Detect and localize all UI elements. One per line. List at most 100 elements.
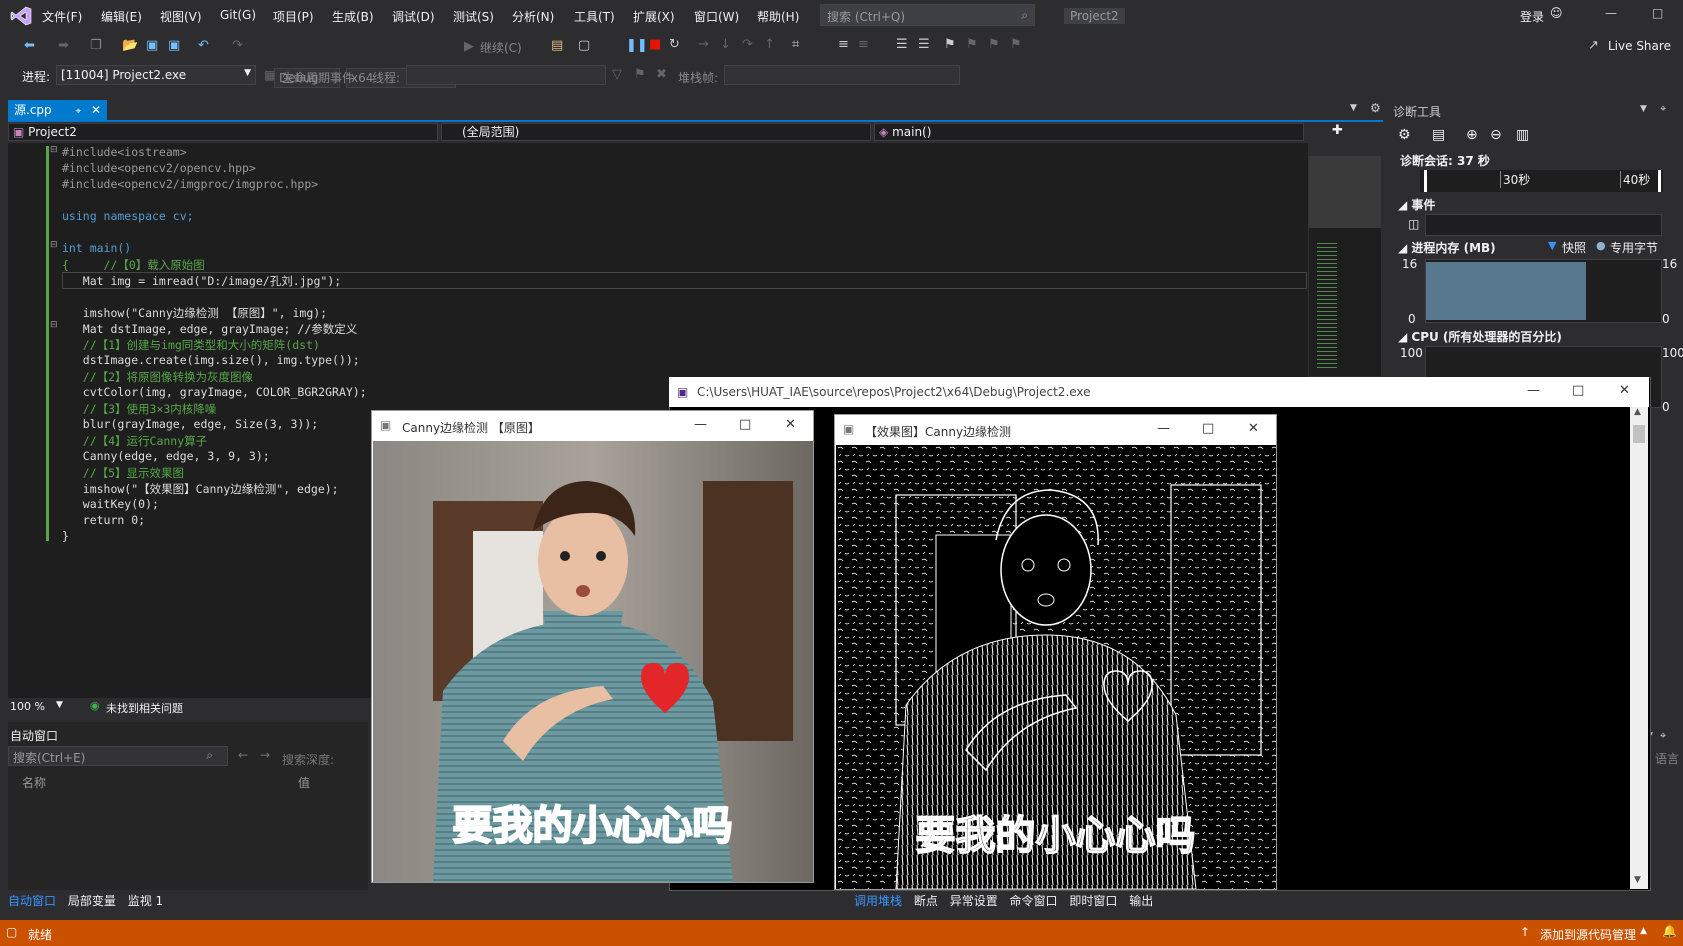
code-line[interactable]: dstImage.create(img.size(), img.type());: [62, 353, 360, 367]
tab-watch-1[interactable]: 监视 1: [128, 894, 163, 908]
code-line[interactable]: //【3】使用3×3内核降噪: [62, 401, 217, 417]
menu-project[interactable]: 项目(P): [273, 8, 314, 25]
add-to-source-control-button[interactable]: 添加到源代码管理: [1540, 926, 1636, 943]
collapse-include-icon[interactable]: ⊟: [50, 145, 58, 155]
nav-function-select[interactable]: ◈ main(): [874, 123, 1304, 141]
chevron-up-icon[interactable]: ▲: [1640, 926, 1647, 936]
code-line[interactable]: Canny(edge, edge, 3, 9, 3);: [62, 449, 270, 463]
settings-gear-icon[interactable]: ⚙: [1398, 127, 1411, 143]
pause-events-icon[interactable]: ◫: [1408, 217, 1419, 231]
tab-locals[interactable]: 局部变量: [68, 894, 116, 908]
settings-gear-icon[interactable]: ⚙: [1370, 101, 1381, 115]
undo-icon[interactable]: ↶: [198, 38, 209, 53]
screenshot-icon[interactable]: ▢: [578, 38, 590, 53]
code-line[interactable]: int main(): [62, 241, 131, 255]
auto-search-input[interactable]: 搜索(Ctrl+E) ⌕: [8, 746, 228, 766]
minimize-icon[interactable]: —: [1157, 421, 1170, 436]
minimap-viewport[interactable]: [1309, 156, 1381, 228]
minimap[interactable]: [1308, 156, 1381, 376]
notifications-icon[interactable]: 🔔: [1662, 924, 1677, 938]
menu-analyze[interactable]: 分析(N): [512, 8, 554, 25]
code-line[interactable]: //【5】显示效果图: [62, 465, 184, 481]
maximize-icon[interactable]: □: [1202, 421, 1214, 436]
tab-source-cpp[interactable]: 源.cpp ⌖ ✕: [8, 100, 108, 120]
code-line[interactable]: //【4】运行Canny算子: [62, 433, 207, 449]
zoom-out-icon[interactable]: ⊖: [1490, 127, 1502, 143]
original-window-title-bar[interactable]: ▣ Canny边缘检测 【原图】 — □ ✕: [372, 411, 813, 441]
scrollbar-thumb[interactable]: [1633, 425, 1645, 443]
menu-build[interactable]: 生成(B): [332, 8, 374, 25]
pin-icon[interactable]: ⌖: [75, 106, 81, 117]
close-icon[interactable]: ✕: [1248, 421, 1259, 436]
code-line[interactable]: { //【0】载入原始图: [62, 257, 205, 273]
zoom-in-icon[interactable]: ⊕: [1466, 127, 1478, 143]
code-line[interactable]: imshow("【效果图】Canny边缘检测", edge);: [62, 481, 339, 497]
save-all-icon[interactable]: ▣: [168, 38, 180, 53]
clear-bookmarks-icon[interactable]: ⚑: [1010, 37, 1022, 52]
pause-icon[interactable]: ❚❚: [626, 38, 648, 53]
select-tools-icon[interactable]: ▤: [1432, 127, 1445, 143]
maximize-icon[interactable]: □: [1572, 383, 1584, 398]
tab-exception-settings[interactable]: 异常设置: [950, 894, 998, 908]
original-image-window[interactable]: ▣ Canny边缘检测 【原图】 — □ ✕ 要我的小心心吗: [371, 410, 814, 883]
menu-window[interactable]: 窗口(W): [694, 8, 739, 25]
forward-icon[interactable]: →: [260, 748, 270, 762]
menu-tools[interactable]: 工具(T): [574, 8, 615, 25]
next-bookmark-icon[interactable]: ⚑: [988, 37, 1000, 52]
column-value[interactable]: 值: [298, 774, 310, 791]
new-project-icon[interactable]: ❐: [90, 38, 102, 53]
lifecycle-icon[interactable]: ▦: [264, 68, 275, 82]
column-name[interactable]: 名称: [22, 774, 46, 791]
code-line[interactable]: Mat img = imread("D:/image/孔刘.jpg");: [62, 273, 341, 289]
reset-view-icon[interactable]: ▥: [1516, 127, 1529, 143]
scroll-up-icon[interactable]: ▲: [1634, 407, 1641, 417]
forward-icon[interactable]: ➡: [58, 38, 69, 53]
nav-project-select[interactable]: ▣ Project2: [8, 123, 438, 141]
live-share-button[interactable]: Live Share: [1608, 39, 1671, 53]
user-icon[interactable]: ☺: [1550, 6, 1563, 20]
minimize-icon[interactable]: —: [1605, 6, 1617, 20]
maximize-icon[interactable]: □: [1652, 6, 1663, 20]
code-line[interactable]: using namespace cv;: [62, 209, 194, 223]
tab-list-icon[interactable]: ▼: [1350, 103, 1357, 113]
timeline-end-marker[interactable]: [1658, 170, 1661, 192]
prev-bookmark-icon[interactable]: ⚑: [966, 37, 978, 52]
stop-icon[interactable]: ■: [649, 37, 661, 52]
chevron-down-icon[interactable]: ▼: [1640, 104, 1647, 114]
minimize-icon[interactable]: —: [1527, 383, 1540, 398]
code-line[interactable]: //【2】将原图像转换为灰度图像: [62, 369, 253, 385]
timeline-start-marker[interactable]: [1424, 170, 1427, 192]
collapse-main-icon[interactable]: ⊟: [50, 240, 58, 250]
code-line[interactable]: cvtColor(img, grayImage, COLOR_BGR2GRAY)…: [62, 385, 367, 399]
zoom-level[interactable]: 100 %: [10, 700, 45, 713]
tab-output[interactable]: 输出: [1129, 894, 1153, 908]
code-line[interactable]: //【1】创建与img同类型和大小的矩阵(dst): [62, 337, 320, 353]
menu-debug[interactable]: 调试(D): [392, 8, 435, 25]
events-section-title[interactable]: ◢ 事件: [1398, 196, 1435, 213]
split-editor-icon[interactable]: ✚: [1332, 123, 1343, 138]
tab-call-stack[interactable]: 调用堆栈: [854, 894, 902, 908]
edge-image-window[interactable]: ▣ 【效果图】Canny边缘检测 — □ ✕ 要我的小心心吗: [834, 414, 1277, 890]
tab-immediate-window[interactable]: 即时窗口: [1069, 894, 1117, 908]
continue-button[interactable]: 继续(C): [480, 39, 522, 56]
search-input[interactable]: 搜索 (Ctrl+Q) ⌕: [820, 4, 1035, 26]
code-line[interactable]: }: [62, 529, 69, 543]
tab-breakpoints[interactable]: 断点: [914, 894, 938, 908]
issues-status[interactable]: 未找到相关问题: [106, 700, 183, 716]
step-out-icon[interactable]: ↑: [764, 37, 775, 52]
console-title-bar[interactable]: ▣ C:\Users\HUAT_IAE\source\repos\Project…: [669, 377, 1649, 407]
diagnostics-timeline[interactable]: 30秒 40秒: [1420, 170, 1663, 192]
close-icon[interactable]: ✕: [785, 417, 796, 432]
format-alt-icon[interactable]: ≡: [858, 37, 869, 52]
step-into-icon[interactable]: ↓: [720, 37, 731, 52]
code-line[interactable]: return 0;: [62, 513, 145, 527]
memory-section-title[interactable]: ◢ 进程内存 (MB): [1398, 239, 1496, 256]
code-line[interactable]: waitKey(0);: [62, 497, 159, 511]
stack-frame-select[interactable]: [724, 65, 960, 85]
collapse-block-icon[interactable]: ⊟: [50, 320, 58, 330]
filter-icon[interactable]: ▽: [612, 67, 622, 82]
menu-extensions[interactable]: 扩展(X): [633, 8, 675, 25]
menu-git[interactable]: Git(G): [220, 8, 256, 22]
code-line[interactable]: imshow("Canny边缘检测 【原图】", img);: [62, 305, 327, 321]
hex-display-icon[interactable]: ⌗: [792, 37, 799, 52]
